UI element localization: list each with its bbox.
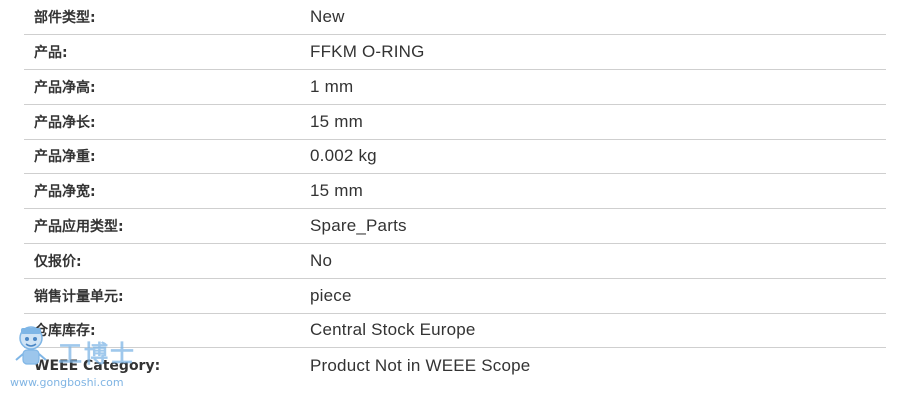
spec-label: 产品净高: <box>34 79 96 96</box>
spec-label: WEEE Category: <box>34 357 161 374</box>
spec-row-net-length: 产品净长: 15 mm <box>24 105 886 140</box>
spec-row-net-weight: 产品净重: 0.002 kg <box>24 140 886 175</box>
spec-label: 仓库库存: <box>34 323 96 340</box>
spec-value: New <box>310 7 345 27</box>
spec-row-product: 产品: FFKM O-RING <box>24 35 886 70</box>
spec-value: FFKM O-RING <box>310 42 425 62</box>
spec-label: 产品应用类型: <box>34 219 124 236</box>
spec-value: Central Stock Europe <box>310 320 476 340</box>
spec-table: 部件类型: New 产品: FFKM O-RING 产品净高: 1 mm 产品净… <box>24 0 886 383</box>
spec-row-net-width: 产品净宽: 15 mm <box>24 174 886 210</box>
spec-value: 0.002 kg <box>310 146 377 166</box>
spec-value: 1 mm <box>310 76 354 96</box>
spec-label: 产品: <box>34 45 68 62</box>
spec-value: 15 mm <box>310 181 363 201</box>
spec-label: 仅报价: <box>34 253 82 270</box>
spec-label: 部件类型: <box>34 10 96 27</box>
spec-label: 产品净宽: <box>34 184 96 201</box>
spec-label: 产品净长: <box>34 114 96 131</box>
spec-value: Product Not in WEEE Scope <box>310 355 531 375</box>
spec-row-part-type: 部件类型: New <box>24 0 886 36</box>
spec-value: No <box>310 250 333 270</box>
spec-row-quote-only: 仅报价: No <box>24 244 886 279</box>
spec-label: 产品净重: <box>34 149 96 166</box>
spec-value: Spare_Parts <box>310 216 407 236</box>
spec-label: 销售计量单元: <box>34 288 124 305</box>
spec-row-sales-unit: 销售计量单元: piece <box>24 279 886 314</box>
spec-value: 15 mm <box>310 111 363 131</box>
spec-value: piece <box>310 285 352 305</box>
spec-row-weee-category: WEEE Category: Product Not in WEEE Scope <box>24 348 886 383</box>
spec-row-warehouse-stock: 仓库库存: Central Stock Europe <box>24 314 886 349</box>
spec-row-application-type: 产品应用类型: Spare_Parts <box>24 209 886 244</box>
spec-row-net-height: 产品净高: 1 mm <box>24 70 886 105</box>
